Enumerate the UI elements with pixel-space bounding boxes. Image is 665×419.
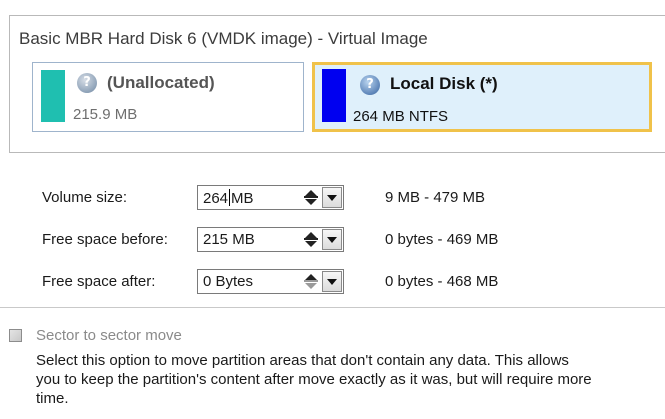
free-space-before-field[interactable]: 215 MB [197,227,344,252]
partition-local-disk[interactable]: ? Local Disk (*) 264 MB NTFS [312,62,652,132]
description-line: Select this option to move partition are… [36,352,569,369]
free-space-before-label: Free space before: [42,231,168,248]
volume-size-range: 9 MB - 479 MB [385,189,486,206]
spin-divider [304,238,318,240]
text-caret [229,189,231,206]
sector-move-checkbox[interactable] [9,329,22,342]
partition-name: (Unallocated) [107,73,215,92]
partition-size: 264 MB NTFS [353,108,449,125]
spin-divider [304,196,318,198]
spin-buttons[interactable] [302,271,320,292]
unit-dropdown-button[interactable] [322,271,342,292]
spin-down-icon [305,283,317,289]
partition-name: Local Disk (*) [390,74,498,93]
partition-color-swatch [322,69,346,122]
partition-color-swatch [41,70,65,122]
free-space-before-range: 0 bytes - 469 MB [385,231,499,248]
sector-move-label: Sector to sector move [36,327,182,344]
help-icon: ? [360,75,380,95]
free-space-after-range: 0 bytes - 468 MB [385,273,499,290]
spin-down-icon[interactable] [305,241,317,247]
disk-title: Basic MBR Hard Disk 6 (VMDK image) - Vir… [19,29,428,48]
volume-size-label: Volume size: [42,189,128,206]
volume-size-field[interactable]: 264 MB [197,185,344,210]
spin-divider [304,280,318,282]
description-line: time. [36,390,69,407]
sector-move-description: Select this option to move partition are… [36,351,665,408]
free-space-before-value[interactable]: 215 MB [203,231,255,248]
free-space-after-value[interactable]: 0 Bytes [203,273,253,290]
spin-buttons[interactable] [302,187,320,208]
help-icon: ? [77,73,97,93]
description-line: you to keep the partition's content afte… [36,371,592,388]
unit-dropdown-button[interactable] [322,187,342,208]
free-space-after-field[interactable]: 0 Bytes [197,269,344,294]
free-space-after-label: Free space after: [42,273,156,290]
unit-dropdown-button[interactable] [322,229,342,250]
spin-down-icon[interactable] [305,199,317,205]
partition-unallocated[interactable]: ? (Unallocated) 215.9 MB [32,62,304,132]
partition-size: 215.9 MB [73,106,138,123]
volume-size-value[interactable]: 264 MB [203,189,254,207]
divider [0,307,665,308]
spin-buttons[interactable] [302,229,320,250]
